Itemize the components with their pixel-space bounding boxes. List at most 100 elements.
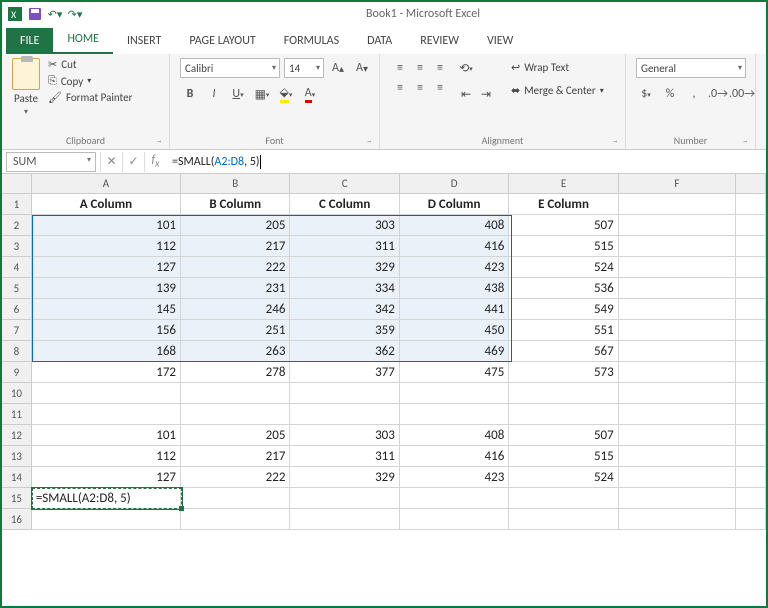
cell[interactable] [400,509,509,530]
format-painter-button[interactable]: 🖌Format Painter [48,91,132,104]
cell[interactable]: 246 [181,299,290,320]
cell[interactable] [509,404,618,425]
cell[interactable] [181,404,290,425]
col-header-b[interactable]: B [181,174,290,194]
font-color-button[interactable]: A▾ [300,84,320,104]
cell[interactable]: 156 [32,320,181,341]
cell[interactable]: 217 [181,446,290,467]
cell[interactable]: 507 [509,425,618,446]
formula-input[interactable]: =SMALL(A2:D8, 5) [166,153,766,171]
cell[interactable] [509,383,618,404]
cell[interactable] [619,383,736,404]
cell[interactable] [619,509,736,530]
align-left-icon[interactable]: ≡ [390,78,410,98]
align-top-icon[interactable]: ≡ [390,58,410,78]
accounting-icon[interactable]: $▾ [636,84,656,104]
align-right-icon[interactable]: ≡ [430,78,450,98]
cell[interactable] [736,404,766,425]
increase-decimal-icon[interactable]: .0→ [708,84,728,104]
cell[interactable]: 549 [509,299,618,320]
cell[interactable] [736,425,766,446]
cell[interactable] [400,404,509,425]
row-header[interactable]: 7 [2,320,32,341]
cell[interactable] [181,509,290,530]
cell[interactable]: 524 [509,467,618,488]
italic-button[interactable]: I [204,84,224,104]
spreadsheet-grid[interactable]: A B C D E F 1A ColumnB ColumnC ColumnD C… [2,174,766,606]
cell[interactable] [736,362,766,383]
cell[interactable] [736,467,766,488]
cell[interactable] [619,341,736,362]
cell[interactable]: 515 [509,446,618,467]
align-middle-icon[interactable]: ≡ [410,58,430,78]
cell[interactable]: 423 [400,467,509,488]
cell[interactable]: 251 [181,320,290,341]
cell[interactable] [736,341,766,362]
cell[interactable]: 567 [509,341,618,362]
decrease-decimal-icon[interactable]: .00→ [732,84,752,104]
cell[interactable] [619,215,736,236]
row-header[interactable]: 15 [2,488,32,509]
cell[interactable] [181,488,290,509]
cell[interactable]: 342 [290,299,399,320]
cell[interactable] [400,488,509,509]
cell[interactable] [619,404,736,425]
tab-page-layout[interactable]: PAGE LAYOUT [175,28,269,54]
cell[interactable] [509,488,618,509]
cell[interactable]: 205 [181,425,290,446]
cell[interactable] [290,509,399,530]
tab-data[interactable]: DATA [353,28,406,54]
col-header-c[interactable]: C [290,174,399,194]
copy-button[interactable]: ⎘Copy▾ [48,74,132,88]
decrease-indent-icon[interactable]: ⇤ [456,84,476,104]
cell[interactable]: 222 [181,257,290,278]
percent-icon[interactable]: % [660,84,680,104]
cell[interactable] [619,446,736,467]
tab-view[interactable]: VIEW [473,28,527,54]
cell[interactable]: 416 [400,236,509,257]
cell[interactable]: 329 [290,257,399,278]
cell[interactable]: 112 [32,236,181,257]
cell[interactable] [736,236,766,257]
row-header[interactable]: 9 [2,362,32,383]
paste-button[interactable]: Paste ▾ [12,58,40,117]
row-header[interactable]: 2 [2,215,32,236]
fx-icon[interactable]: fx [144,152,166,172]
row-header[interactable]: 8 [2,341,32,362]
cell[interactable]: 475 [400,362,509,383]
row-header[interactable]: 3 [2,236,32,257]
cell[interactable]: 112 [32,446,181,467]
cell[interactable] [736,383,766,404]
align-bottom-icon[interactable]: ≡ [430,58,450,78]
cell[interactable]: 139 [32,278,181,299]
increase-font-icon[interactable]: A▴ [328,58,348,78]
cell[interactable] [290,383,399,404]
number-format-combo[interactable]: General [636,58,746,78]
cell[interactable] [736,488,766,509]
fill-color-button[interactable]: ⬙▾ [276,84,296,104]
cell[interactable]: 205 [181,215,290,236]
cell[interactable]: 231 [181,278,290,299]
bold-button[interactable]: B [180,84,200,104]
tab-file[interactable]: FILE [6,28,53,54]
cell[interactable]: 172 [32,362,181,383]
cell[interactable] [736,194,766,215]
cell[interactable] [736,299,766,320]
row-header[interactable]: 4 [2,257,32,278]
cell[interactable] [736,446,766,467]
cell[interactable] [736,257,766,278]
tab-formulas[interactable]: FORMULAS [270,28,353,54]
cell[interactable]: 334 [290,278,399,299]
cell[interactable]: 408 [400,425,509,446]
font-size-combo[interactable]: 14 [284,58,324,78]
increase-indent-icon[interactable]: ⇥ [476,84,496,104]
cell[interactable]: 101 [32,425,181,446]
select-all-corner[interactable] [2,174,32,194]
cell[interactable]: 450 [400,320,509,341]
cell[interactable]: 168 [32,341,181,362]
cell[interactable] [181,383,290,404]
cell[interactable] [736,509,766,530]
cell[interactable] [400,383,509,404]
cell[interactable] [32,404,181,425]
cell[interactable]: 311 [290,236,399,257]
